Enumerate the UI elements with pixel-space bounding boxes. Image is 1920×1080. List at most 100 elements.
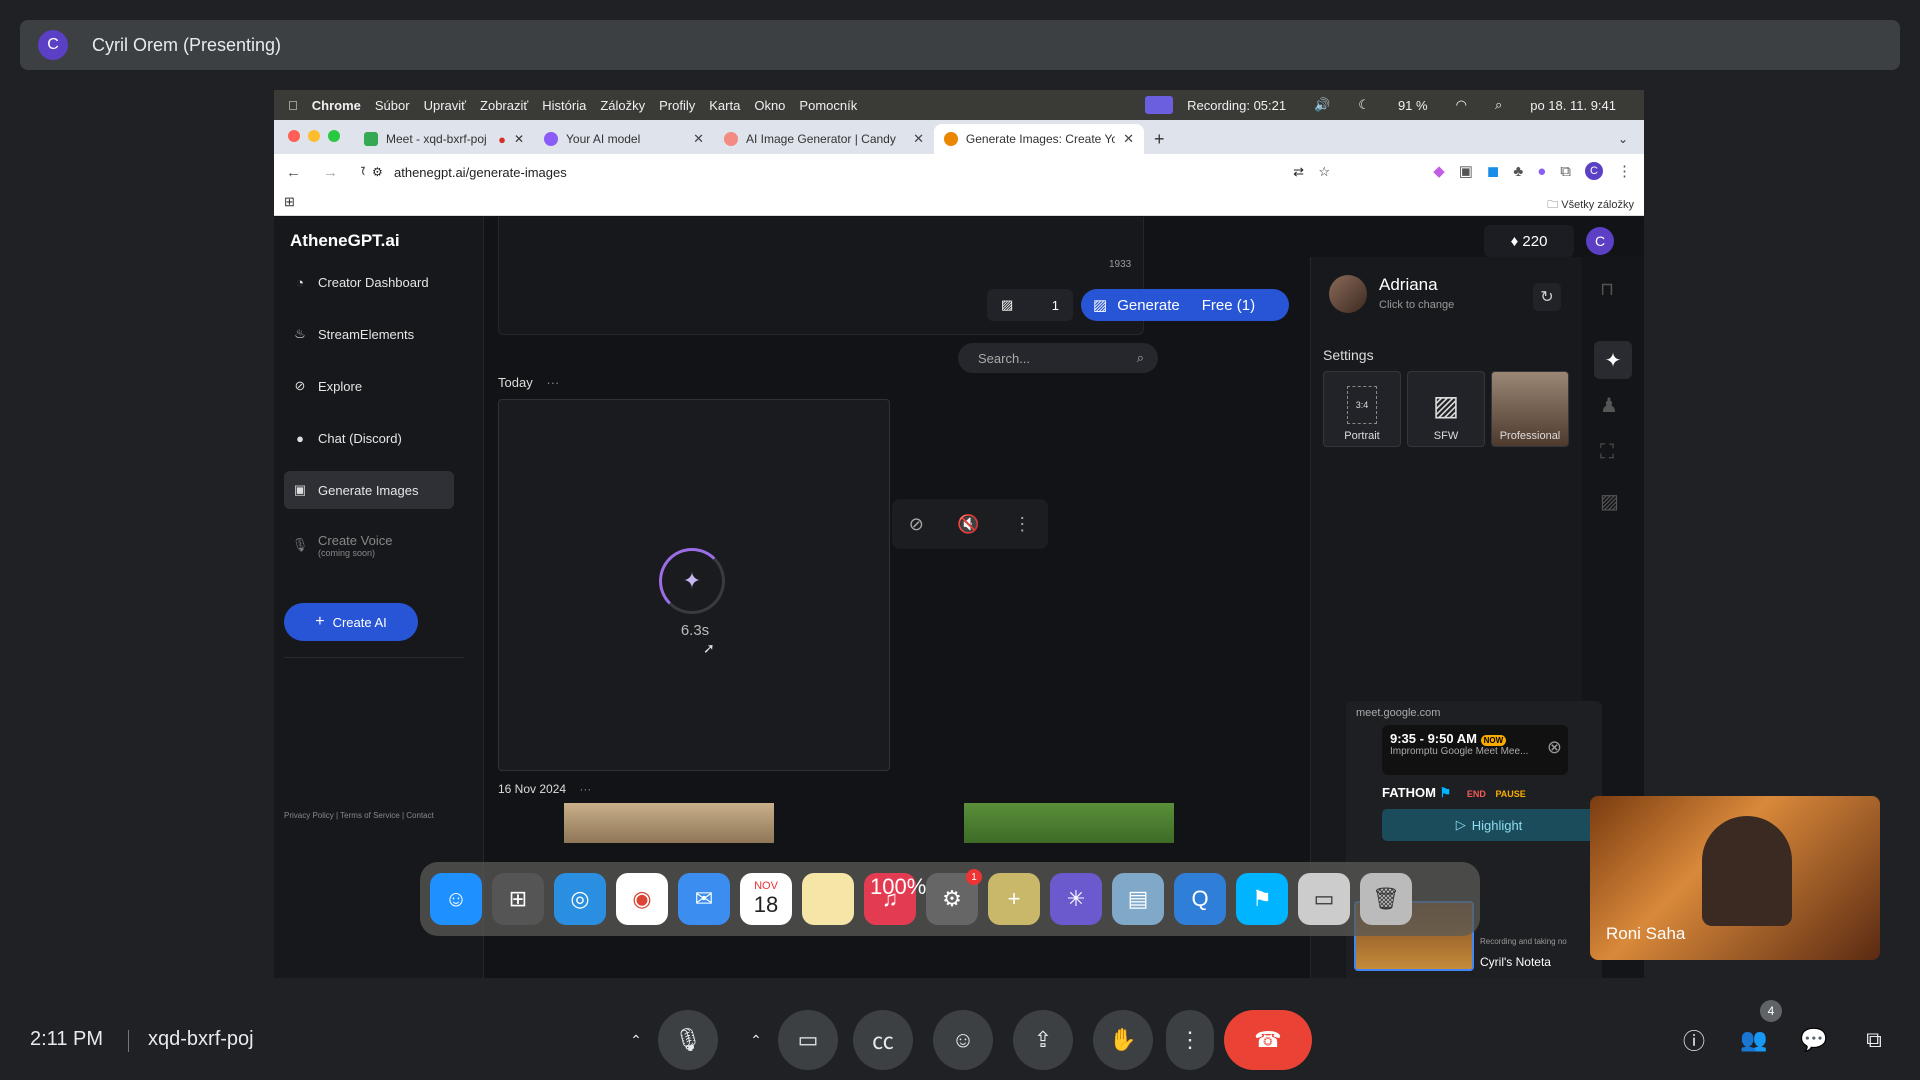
tab-close-icon[interactable]: ✕ [693, 131, 704, 147]
option-professional[interactable]: Professional [1491, 371, 1569, 447]
fathom-app-icon[interactable]: ⚑ [1236, 873, 1288, 925]
image-edit-icon[interactable]: ▨ [1600, 489, 1619, 514]
nav-streamelements[interactable]: ♨ StreamElements [284, 315, 454, 353]
extension-icon[interactable]: ◼ [1487, 162, 1499, 180]
tab-close-icon[interactable]: ✕ [913, 131, 924, 147]
perplexity-icon[interactable]: ✳ [1050, 873, 1102, 925]
browser-tab-candy[interactable]: AI Image Generator | Candy.A ✕ [714, 124, 934, 154]
video-options-chevron-icon[interactable]: ⌃ [742, 1026, 770, 1054]
mail-icon[interactable]: ✉ [678, 873, 730, 925]
forward-icon[interactable]: → [323, 164, 338, 181]
menu-item[interactable]: Chrome [312, 98, 361, 113]
create-ai-button[interactable]: + Create AI [284, 603, 418, 641]
new-tab-button[interactable]: + [1144, 124, 1175, 154]
emoji-button[interactable]: ☺ [933, 1010, 993, 1070]
mute-icon[interactable]: 🔇 [957, 514, 979, 535]
info-icon[interactable]: ⓘ [1676, 1022, 1712, 1058]
extensions-puzzle-icon[interactable]: ⧉ [1560, 163, 1571, 180]
refresh-icon[interactable]: ↻ [1533, 283, 1561, 311]
calendar-icon[interactable]: NOV 18 [740, 873, 792, 925]
microphone-button[interactable]: 🎙 [658, 1010, 718, 1070]
character-avatar[interactable] [1329, 275, 1367, 313]
menu-item[interactable]: Karta [709, 98, 740, 113]
tab-close-icon[interactable]: ✕ [1123, 131, 1134, 147]
close-circle-icon[interactable]: ⊗ [1547, 737, 1562, 758]
pin-off-icon[interactable]: ⊘ [909, 514, 924, 535]
browser-tab-meet[interactable]: Meet - xqd-bxrf-poj ● ✕ [354, 124, 534, 154]
downloads-stack-icon[interactable]: ▭ [1298, 873, 1350, 925]
recording-status[interactable]: Recording: 05:21 [1187, 98, 1286, 113]
browser-tab-generate-images[interactable]: Generate Images: Create You ✕ [934, 124, 1144, 154]
apps-grid-icon[interactable]: ⊞ [284, 194, 295, 210]
trash-icon[interactable]: 🗑 [1360, 873, 1412, 925]
site-info-icon[interactable]: ⚙ [372, 165, 383, 179]
finder-icon[interactable]: ☺ [430, 873, 482, 925]
search-input[interactable]: Search... ⌕ [958, 343, 1158, 373]
all-bookmarks[interactable]: 🗀 Všetky záložky [1547, 196, 1634, 215]
fathom-pause-button[interactable]: PAUSE [1495, 789, 1525, 799]
captions-button[interactable]: ㏄ [853, 1010, 913, 1070]
audio-options-chevron-icon[interactable]: ⌃ [622, 1026, 650, 1054]
extension-icon[interactable]: ▣ [1459, 162, 1473, 180]
nav-explore[interactable]: ⊘ Explore [284, 367, 454, 405]
footer-links[interactable]: Privacy Policy | Terms of Service | Cont… [284, 811, 434, 820]
end-call-button[interactable]: ☎ [1224, 1010, 1312, 1070]
menu-item[interactable]: Súbor [375, 98, 410, 113]
today-more-button[interactable]: ··· [546, 375, 559, 390]
back-icon[interactable]: ← [286, 164, 301, 181]
safari-icon[interactable]: ◎ [554, 873, 606, 925]
nav-creator-dashboard[interactable]: ◔ Creator Dashboard [284, 263, 454, 301]
nav-chat-discord[interactable]: ● Chat (Discord) [284, 419, 454, 457]
activities-icon[interactable]: ⧉ [1856, 1022, 1892, 1058]
menu-item[interactable]: Zobraziť [480, 98, 528, 113]
battery-status[interactable]: 91 % [1398, 98, 1428, 113]
generate-button[interactable]: ▨ Generate Free (1) [1081, 289, 1289, 321]
image-count-selector[interactable]: ▨ 1 [987, 289, 1073, 321]
date-more-button[interactable]: ··· [579, 782, 591, 796]
menubar-datetime[interactable]: po 18. 11. 9:41 [1530, 98, 1616, 113]
user-avatar[interactable]: C [1586, 227, 1614, 255]
quicktime-icon[interactable]: Q [1174, 873, 1226, 925]
menu-item[interactable]: História [542, 98, 586, 113]
moon-icon[interactable]: ☾ [1358, 97, 1370, 113]
app-brand[interactable]: AtheneGPT.ai [290, 231, 400, 251]
shirt-icon[interactable]: ⛶ [1600, 441, 1614, 464]
preview-icon[interactable]: ▤ [1112, 873, 1164, 925]
present-button[interactable]: ⇪ [1013, 1010, 1073, 1070]
chat-icon[interactable]: 💬 [1796, 1022, 1832, 1058]
stickies-icon[interactable]: + [988, 873, 1040, 925]
sparkle-icon[interactable]: ✦ [1594, 341, 1632, 379]
participant-tile[interactable]: Roni Saha [1590, 796, 1880, 960]
bookmark-icon[interactable]: ⊓ [1600, 279, 1614, 300]
raise-hand-button[interactable]: ✋ [1093, 1010, 1153, 1070]
option-portrait[interactable]: 3:4 Portrait [1323, 371, 1401, 447]
extension-icon[interactable]: ♣ [1513, 163, 1523, 180]
nav-generate-images[interactable]: ▣ Generate Images [284, 471, 454, 509]
history-image-thumbnail[interactable] [564, 803, 774, 843]
profile-avatar[interactable]: C [1585, 162, 1603, 180]
menu-item[interactable]: Pomocník [799, 98, 857, 113]
people-icon[interactable]: 👥 [1736, 1022, 1772, 1058]
launchpad-icon[interactable]: ⊞ [492, 873, 544, 925]
character-name[interactable]: Adriana [1379, 275, 1438, 295]
menu-item[interactable]: Upraviť [424, 98, 466, 113]
notes-icon[interactable] [802, 873, 854, 925]
more-vert-icon[interactable]: ⋮ [1013, 514, 1031, 535]
history-image-thumbnail[interactable] [964, 803, 1174, 843]
extension-icon[interactable]: ● [1537, 163, 1546, 180]
close-window-button[interactable] [288, 130, 300, 142]
camera-button[interactable]: ▭ [778, 1010, 838, 1070]
translate-icon[interactable]: ⇄ [1293, 164, 1304, 180]
wifi-icon[interactable]: ◠ [1456, 97, 1467, 113]
menu-item[interactable]: Profily [659, 98, 695, 113]
browser-menu-icon[interactable]: ⋮ [1617, 162, 1632, 180]
apple-icon[interactable]:  [288, 98, 298, 113]
browser-tab-ai-model[interactable]: Your AI model ✕ [534, 124, 714, 154]
chrome-icon[interactable]: ◉ [616, 873, 668, 925]
extension-icon[interactable]: ◆ [1433, 162, 1445, 180]
volume-icon[interactable]: 🔊 [1314, 97, 1330, 113]
zoom-window-button[interactable] [328, 130, 340, 142]
menu-item[interactable]: Okno [754, 98, 785, 113]
screen-share-icon[interactable] [1145, 96, 1174, 114]
pose-icon[interactable]: ♟ [1600, 393, 1618, 418]
